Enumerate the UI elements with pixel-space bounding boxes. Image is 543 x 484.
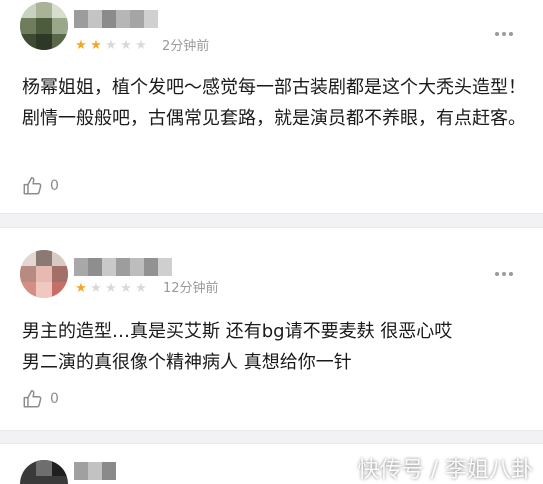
- star-icon: ★: [135, 38, 147, 53]
- watermark: 快传号 / 李姐八卦: [357, 458, 533, 483]
- review-card: ★ ★ ★ ★ ★ 12分钟前 男主的造型…真是买艾斯 还有bg请不要麦麸 很恶…: [0, 228, 543, 430]
- star-icon: ★: [135, 281, 147, 296]
- like-count: 0: [50, 178, 59, 194]
- star-icon: ★: [90, 38, 102, 53]
- username-blurred[interactable]: [74, 258, 172, 276]
- star-icon: ★: [120, 38, 132, 53]
- username-blurred[interactable]: [74, 10, 158, 28]
- like-button[interactable]: 0: [22, 174, 59, 198]
- star-icon: ★: [105, 38, 117, 53]
- thumbs-up-icon: [23, 390, 42, 408]
- more-dots-icon[interactable]: [495, 28, 515, 40]
- star-icon: ★: [120, 281, 132, 296]
- review-text: 杨幂姐姐，植个发吧～感觉每一部古装剧都是这个大秃头造型！剧情一般般吧，古偶常见套…: [22, 77, 526, 129]
- avatar[interactable]: [20, 460, 68, 484]
- username-blurred[interactable]: [74, 462, 116, 480]
- thumbs-up-icon: [23, 177, 42, 195]
- separator: [0, 213, 543, 228]
- post-time: 2分钟前: [162, 39, 210, 54]
- post-time: 12分钟前: [163, 281, 219, 296]
- star-icon: ★: [75, 281, 87, 296]
- separator: [0, 430, 543, 444]
- star-icon: ★: [105, 281, 117, 296]
- review-text: 男主的造型…真是买艾斯 还有bg请不要麦麸 很恶心哎 男二演的真很像个精神病人 …: [22, 316, 527, 378]
- review-text-line: 男主的造型…真是买艾斯 还有bg请不要麦麸 很恶心哎: [22, 321, 453, 342]
- rating-stars: ★ ★ ★ ★ ★: [74, 39, 148, 53]
- like-count: 0: [50, 391, 59, 407]
- star-icon: ★: [90, 281, 102, 296]
- rating-stars: ★ ★ ★ ★ ★: [74, 282, 148, 296]
- like-button[interactable]: 0: [22, 387, 59, 411]
- review-text-line: 男二演的真很像个精神病人 真想给你一针: [22, 352, 352, 373]
- star-icon: ★: [75, 38, 87, 53]
- avatar[interactable]: [20, 250, 68, 298]
- avatar[interactable]: [20, 2, 68, 50]
- more-dots-icon[interactable]: [495, 268, 515, 280]
- review-card: ★ ★ ★ ★ ★ 2分钟前 杨幂姐姐，植个发吧～感觉每一部古装剧都是这个大秃头…: [0, 0, 543, 213]
